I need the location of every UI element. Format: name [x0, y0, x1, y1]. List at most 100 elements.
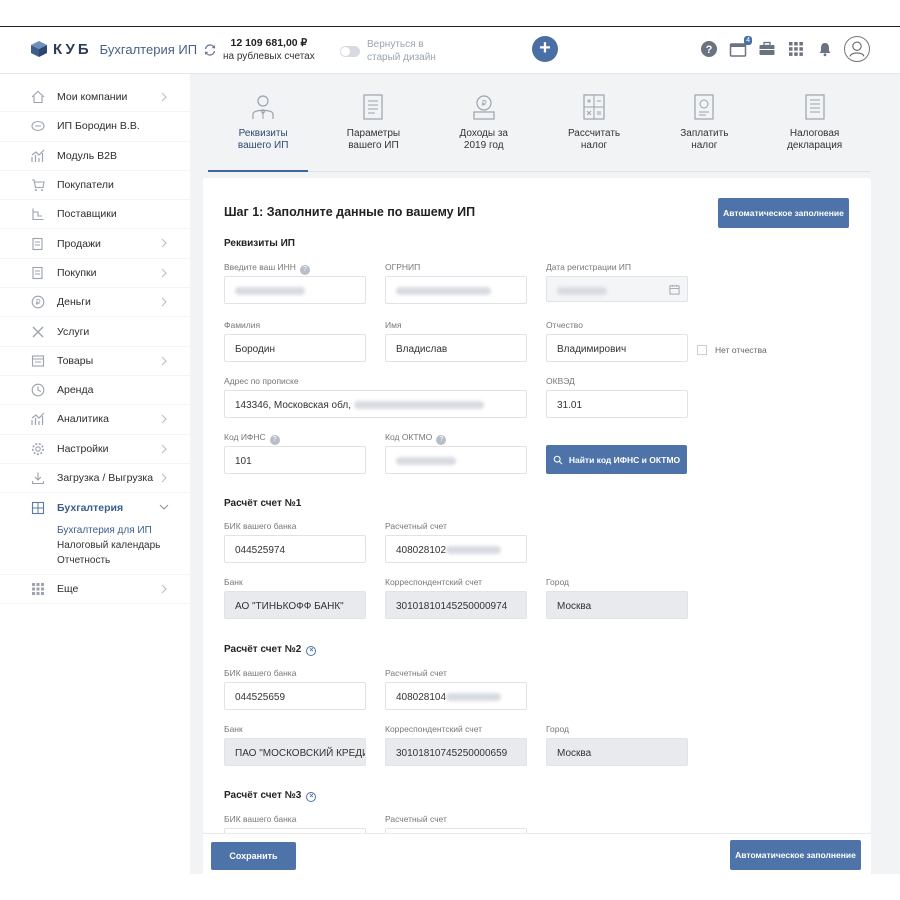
section-account-3: Расчёт счет №3 × — [224, 790, 317, 802]
sidebar-item-import-export[interactable]: Загрузка / Выгрузка — [0, 464, 190, 494]
accounting-submenu: Бухгалтерия для ИП Налоговый календарь О… — [0, 523, 190, 568]
sidebar-item-accounting[interactable]: Бухгалтерия — [0, 493, 190, 522]
logo[interactable]: КУБ Бухгалтерия ИП — [30, 40, 197, 58]
sync-icon[interactable] — [203, 43, 217, 57]
gear-icon — [32, 442, 44, 455]
surname-field[interactable]: Бородин — [224, 334, 366, 362]
bell-icon[interactable] — [816, 40, 834, 58]
income-icon: ₽ — [473, 95, 495, 120]
city-field: Москва — [546, 591, 688, 619]
bank-label: Банк — [224, 724, 243, 734]
inn-field[interactable] — [224, 276, 366, 304]
bik-label: БИК вашего банка — [224, 814, 297, 824]
sidebar-item-money[interactable]: ₽ Деньги — [0, 288, 190, 318]
logo-text: КУБ — [53, 40, 92, 58]
name-field[interactable]: Владислав — [385, 334, 527, 362]
account-label: Расчетный счет — [385, 668, 447, 678]
user-avatar-icon[interactable] — [844, 36, 870, 62]
document-list-icon — [363, 94, 384, 120]
wizard-steps: Реквизиты вашего ИП Параметры вашего ИП ₽ … — [208, 82, 870, 172]
city-label: Город — [546, 724, 569, 734]
sidebar-item-sales[interactable]: Продажи — [0, 229, 190, 259]
sidebar-item-suppliers[interactable]: Поставщики — [0, 200, 190, 230]
auto-fill-button[interactable]: Автоматическое заполнение — [718, 198, 849, 228]
find-ifns-oktmo-button[interactable]: Найти код ИФНС и ОКТМО — [546, 445, 687, 474]
reg-date-label: Дата регистрации ИП — [546, 262, 632, 272]
payment-doc-icon — [694, 94, 714, 120]
sidebar-item-more[interactable]: Еще — [0, 574, 190, 604]
submenu-item-reports[interactable]: Отчетность — [57, 553, 190, 568]
address-label: Адрес по прописке — [224, 376, 299, 386]
bik-field[interactable]: 044525659 — [224, 682, 366, 710]
sidebar-item-goods[interactable]: Товары — [0, 347, 190, 376]
toggle-switch[interactable] — [340, 45, 360, 57]
bik-label: БИК вашего банка — [224, 668, 297, 678]
remove-account-icon[interactable]: × — [306, 646, 317, 656]
corr-account-label: Корреспондентский счет — [385, 724, 483, 734]
bik-field[interactable]: 044525974 — [224, 535, 366, 563]
account-field[interactable]: 408028102 — [385, 535, 527, 563]
briefcase-icon[interactable] — [758, 40, 776, 58]
step-declaration[interactable]: Налоговая декларация — [759, 82, 869, 171]
step-parameters[interactable]: Параметры вашего ИП — [318, 82, 428, 171]
help-icon[interactable]: ? — [299, 265, 310, 275]
supplier-icon — [32, 208, 44, 221]
ogrnip-label: ОГРНИП — [385, 262, 421, 272]
ogrnip-field[interactable] — [385, 276, 527, 304]
submenu-item-tax-calendar[interactable]: Налоговый календарь — [57, 538, 190, 553]
auto-fill-button-bottom[interactable]: Автоматическое заполнение — [730, 840, 861, 870]
oktmo-field[interactable] — [385, 446, 527, 474]
help-icon[interactable]: ? — [700, 40, 718, 58]
top-header: КУБ Бухгалтерия ИП 12 109 681,00 ₽ на ру… — [0, 27, 900, 74]
sidebar-item-ip[interactable]: ИП Бородин В.В. — [0, 112, 190, 142]
save-button[interactable]: Сохранить — [211, 842, 296, 870]
notifications-badge: 4 — [744, 36, 752, 45]
calendar-icon[interactable] — [669, 284, 680, 295]
city-field: Москва — [546, 738, 688, 766]
apps-grid-icon — [32, 583, 44, 596]
okved-field[interactable]: 31.01 — [546, 390, 688, 418]
chevron-down-icon — [159, 504, 169, 510]
notifications-icon[interactable]: 4 — [729, 36, 752, 58]
sidebar-item-purchases[interactable]: Покупки — [0, 259, 190, 289]
cube-logo-icon — [31, 41, 47, 57]
help-icon[interactable]: ? — [436, 435, 447, 445]
submenu-item-accounting-ip[interactable]: Бухгалтерия для ИП — [57, 523, 190, 538]
chevron-right-icon — [161, 585, 167, 594]
step-pay-tax[interactable]: Заплатить налог — [649, 82, 759, 171]
old-design-toggle[interactable]: Вернуться в старый дизайн — [340, 38, 436, 64]
section-account-2: Расчёт счет №2 × — [224, 644, 317, 656]
balance-widget[interactable]: 12 109 681,00 ₽ на рублевых счетах — [203, 37, 315, 62]
step-calculate-tax[interactable]: Рассчитать налог — [539, 82, 649, 171]
sidebar-item-analytics[interactable]: Аналитика — [0, 405, 190, 435]
corr-account-field: 30101810745250000659 — [385, 738, 527, 766]
apps-grid-icon[interactable] — [787, 40, 805, 58]
ifns-field[interactable]: 101 — [224, 446, 366, 474]
services-icon — [32, 326, 44, 337]
svg-text:?: ? — [706, 44, 713, 56]
sidebar-item-rent[interactable]: Аренда — [0, 376, 190, 406]
sidebar-item-companies[interactable]: Мои компании — [0, 83, 190, 113]
patronymic-field[interactable]: Владимирович — [546, 334, 688, 362]
chevron-right-icon — [161, 414, 167, 424]
sidebar-item-b2b[interactable]: Модуль B2B — [0, 142, 190, 171]
step-requisites[interactable]: Реквизиты вашего ИП — [208, 82, 318, 172]
sidebar-item-services[interactable]: Услуги — [0, 317, 190, 347]
step-income[interactable]: ₽ Доходы за 2019 год — [429, 82, 539, 171]
person-icon — [252, 95, 274, 119]
address-field[interactable]: 143346, Московская обл, — [224, 390, 527, 418]
sidebar-item-buyers[interactable]: Покупатели — [0, 171, 190, 201]
sales-icon — [32, 237, 43, 250]
chevron-right-icon — [161, 444, 167, 453]
chevron-right-icon — [161, 297, 167, 307]
account-field[interactable]: 408028104 — [385, 682, 527, 710]
city-label: Город — [546, 577, 569, 587]
inn-label: Введите ваш ИНН? — [224, 262, 310, 275]
add-button[interactable]: + — [532, 36, 558, 62]
no-patronymic-checkbox[interactable] — [697, 345, 707, 355]
remove-account-icon[interactable]: × — [306, 792, 317, 802]
home-icon — [31, 90, 45, 104]
help-icon[interactable]: ? — [269, 435, 280, 445]
reg-date-field[interactable] — [546, 276, 688, 302]
sidebar-item-settings[interactable]: Настройки — [0, 435, 190, 464]
